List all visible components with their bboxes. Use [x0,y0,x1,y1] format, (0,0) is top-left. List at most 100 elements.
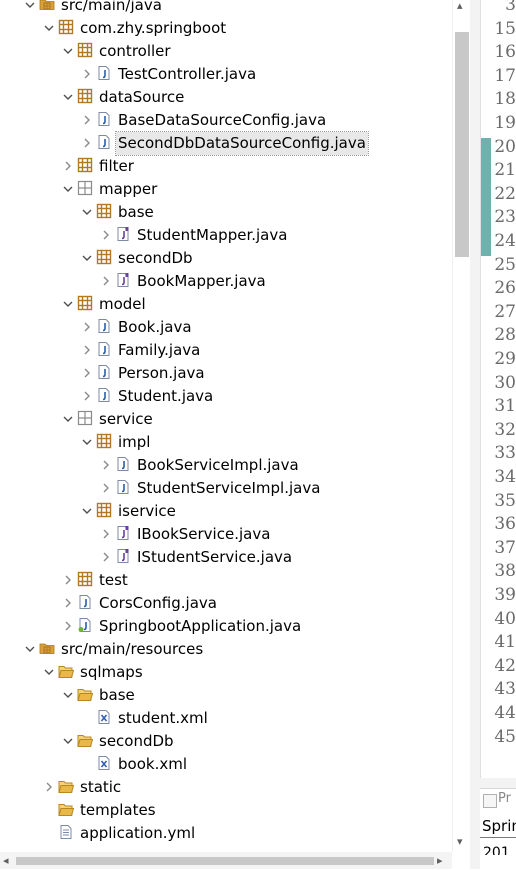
java-file-icon [96,65,112,81]
scroll-up-arrow-icon[interactable]: ▴ [457,0,463,12]
collapsed-chevron-icon[interactable] [100,482,112,494]
tree-item-book-xml[interactable]: book.xml [0,753,452,776]
tree-item-seconddb[interactable]: secondDb [0,247,452,270]
tree-item-family-java[interactable]: Family.java [0,339,452,362]
tree-item-studentmapper-java[interactable]: StudentMapper.java [0,224,452,247]
tree-item-label: controller [99,42,171,60]
collapsed-chevron-icon[interactable] [62,620,74,632]
collapsed-chevron-icon[interactable] [100,551,112,563]
tree-item-testcontroller-java[interactable]: TestController.java [0,63,452,86]
tree-item-src-main-java[interactable]: src/main/java [0,0,452,17]
expanded-chevron-icon[interactable] [62,298,74,310]
tree-item-label: src/main/resources [61,640,204,658]
tree-item-label: BookServiceImpl.java [137,456,299,474]
tree-item-controller[interactable]: controller [0,40,452,63]
line-number: 44 [494,703,516,723]
collapsed-chevron-icon[interactable] [62,160,74,172]
collapsed-chevron-icon[interactable] [81,137,93,149]
expanded-chevron-icon[interactable] [62,735,74,747]
scroll-right-arrow-icon[interactable]: ▸ [437,855,443,867]
collapsed-chevron-icon[interactable] [81,390,93,402]
expanded-chevron-icon[interactable] [62,183,74,195]
tree-item-mapper[interactable]: mapper [0,178,452,201]
tree-item-iservice[interactable]: iservice [0,500,452,523]
collapsed-chevron-icon[interactable] [81,344,93,356]
collapsed-chevron-icon[interactable] [43,781,55,793]
package-explorer-tree: src/main/java com.zhy.springboot controlle… [0,0,452,852]
expanded-chevron-icon[interactable] [81,252,93,264]
tree-item-student-java[interactable]: Student.java [0,385,452,408]
collapsed-chevron-icon[interactable] [100,275,112,287]
expanded-chevron-icon[interactable] [81,206,93,218]
tree-item-sqlmaps[interactable]: sqlmaps [0,661,452,684]
tree-item-label: dataSource [99,88,185,106]
expanded-chevron-icon[interactable] [81,505,93,517]
line-number: 37 [494,537,516,558]
interface-file-icon [115,525,131,541]
collapsed-chevron-icon[interactable] [81,367,93,379]
tree-item-person-java[interactable]: Person.java [0,362,452,385]
horizontal-scrollbar-thumb[interactable] [16,857,434,865]
expanded-chevron-icon[interactable] [62,413,74,425]
expanded-chevron-icon[interactable] [81,436,93,448]
tree-item-application-yml[interactable]: application.yml [0,822,452,845]
line-number: 34 [494,467,516,487]
tree-item-book-java[interactable]: Book.java [0,316,452,339]
expanded-chevron-icon[interactable] [24,643,36,655]
scroll-down-arrow-icon[interactable]: ▾ [457,836,463,848]
tree-item-studentserviceimpl-java[interactable]: StudentServiceImpl.java [0,477,452,500]
tree-item-base[interactable]: base [0,684,452,707]
tree-item-student-xml[interactable]: student.xml [0,707,452,730]
tree-item-static[interactable]: static [0,776,452,799]
collapsed-chevron-icon[interactable] [100,459,112,471]
collapsed-chevron-icon[interactable] [81,114,93,126]
tree-item-label: IBookService.java [137,525,271,543]
expanded-chevron-icon[interactable] [43,22,55,34]
collapsed-chevron-icon[interactable] [100,528,112,540]
line-number: 25 [494,254,516,275]
collapsed-chevron-icon[interactable] [62,597,74,609]
tree-item-test[interactable]: test [0,569,452,592]
tree-item-springbootapplication-java[interactable]: SpringbootApplication.java [0,615,452,638]
line-number: 39 [494,585,516,605]
bottom-panel: Pr Sprin 201 [480,788,516,870]
expanded-chevron-icon[interactable] [62,91,74,103]
collapsed-chevron-icon[interactable] [81,68,93,80]
expanded-chevron-icon[interactable] [62,45,74,57]
tree-item-service[interactable]: service [0,408,452,431]
tree-item-label: impl [118,433,151,451]
tree-item-datasource[interactable]: dataSource [0,86,452,109]
expanded-chevron-icon[interactable] [24,0,36,11]
scroll-left-arrow-icon[interactable]: ◂ [3,855,9,867]
tree-item-src-main-resources[interactable]: src/main/resources [0,638,452,661]
tree-item-base[interactable]: base [0,201,452,224]
tree-item-istudentservice-java[interactable]: IStudentService.java [0,546,452,569]
interface-file-icon [115,548,131,564]
expanded-chevron-icon[interactable] [43,666,55,678]
tree-item-basedatasourceconfig-java[interactable]: BaseDataSourceConfig.java [0,109,452,132]
tree-item-model[interactable]: model [0,293,452,316]
vertical-scrollbar[interactable]: ▴ ▾ [452,0,471,852]
bottom-tab-label[interactable]: Pr [498,791,511,806]
tree-item-templates[interactable]: templates [0,799,452,822]
tree-item-label: mapper [99,180,158,198]
collapsed-chevron-icon[interactable] [62,574,74,586]
tree-item-seconddb[interactable]: secondDb [0,730,452,753]
expanded-chevron-icon[interactable] [62,689,74,701]
collapsed-chevron-icon[interactable] [81,321,93,333]
horizontal-scrollbar[interactable]: ◂ ▸ [0,852,452,869]
line-number: 15 [494,18,516,39]
tree-item-ibookservice-java[interactable]: IBookService.java [0,523,452,546]
tree-item-label: application.yml [80,824,196,842]
tree-item-com-zhy-springboot[interactable]: com.zhy.springboot [0,17,452,40]
tree-item-label: SpringbootApplication.java [99,617,302,635]
collapsed-chevron-icon[interactable] [100,229,112,241]
line-number: 24 [494,231,516,251]
tree-item-seconddbdatasourceconfig-java[interactable]: SecondDbDataSourceConfig.java [0,131,452,156]
tree-item-impl[interactable]: impl [0,431,452,454]
tree-item-bookmapper-java[interactable]: BookMapper.java [0,270,452,293]
vertical-scrollbar-thumb[interactable] [455,32,469,257]
tree-item-filter[interactable]: filter [0,155,452,178]
tree-item-bookserviceimpl-java[interactable]: BookServiceImpl.java [0,454,452,477]
tree-item-corsconfig-java[interactable]: CorsConfig.java [0,592,452,615]
